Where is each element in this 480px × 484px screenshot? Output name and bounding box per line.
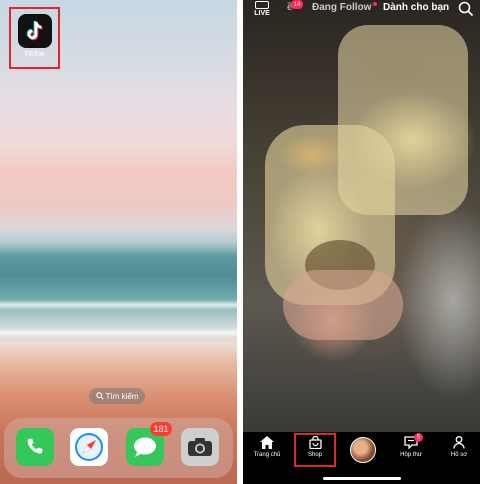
- tiktok-screen: LIVE ề 14 Đang Follow Dành cho bạn Trang…: [243, 0, 480, 484]
- tab-following[interactable]: Đang Follow: [312, 2, 378, 13]
- wave-foam: [0, 300, 237, 310]
- live-button[interactable]: LIVE: [251, 1, 273, 17]
- home-icon: [260, 436, 274, 449]
- tab-for-you[interactable]: Dành cho bạn: [383, 2, 449, 13]
- camera-app[interactable]: [181, 428, 219, 466]
- tiktok-icon[interactable]: [18, 14, 52, 48]
- messages-badge: 181: [150, 422, 172, 436]
- nav-inbox-label: Hộp thư: [400, 452, 422, 458]
- top-nav: LIVE ề 14 Đang Follow Dành cho bạn: [243, 0, 480, 20]
- video-feed[interactable]: [243, 0, 480, 432]
- live-label: LIVE: [254, 10, 270, 17]
- person-icon: [453, 436, 465, 449]
- phone-app[interactable]: [16, 428, 54, 466]
- home-indicator[interactable]: [323, 477, 401, 480]
- screenshot: TikTok Tìm kiếm 181 LIVE ề 14 Đang Follo…: [0, 0, 480, 484]
- search-pill-label: Tìm kiếm: [105, 391, 139, 401]
- creator-avatar[interactable]: [350, 437, 376, 463]
- nav-home[interactable]: Trang chủ: [247, 436, 287, 470]
- tv-icon: [255, 1, 269, 9]
- camera-icon: [188, 438, 212, 456]
- search-icon: [95, 392, 104, 400]
- search-icon[interactable]: [458, 1, 474, 17]
- shop-highlight: [294, 433, 336, 467]
- nav-home-label: Trang chủ: [253, 452, 281, 458]
- dock: 181: [4, 418, 233, 478]
- messages-app[interactable]: 181: [126, 422, 172, 466]
- tiktok-app-highlight[interactable]: TikTok: [9, 7, 60, 69]
- phone-icon: [27, 438, 43, 454]
- nav-inbox[interactable]: 5 Hộp thư: [391, 433, 431, 470]
- tiktok-app-label: TikTok: [24, 51, 45, 58]
- home-search-pill[interactable]: Tìm kiếm: [89, 388, 145, 404]
- nav-profile[interactable]: Hồ sơ: [439, 436, 479, 470]
- message-bubble-icon: [134, 437, 156, 457]
- top-nav-badge: 14: [291, 0, 303, 9]
- compass-icon: [75, 433, 103, 461]
- safari-app[interactable]: [70, 428, 108, 466]
- inbox-badge: 5: [414, 433, 423, 442]
- nav-profile-label: Hồ sơ: [450, 452, 468, 458]
- home-screen: TikTok Tìm kiếm 181: [0, 0, 237, 484]
- blurred-hand: [283, 270, 403, 340]
- wave-foam: [0, 328, 237, 338]
